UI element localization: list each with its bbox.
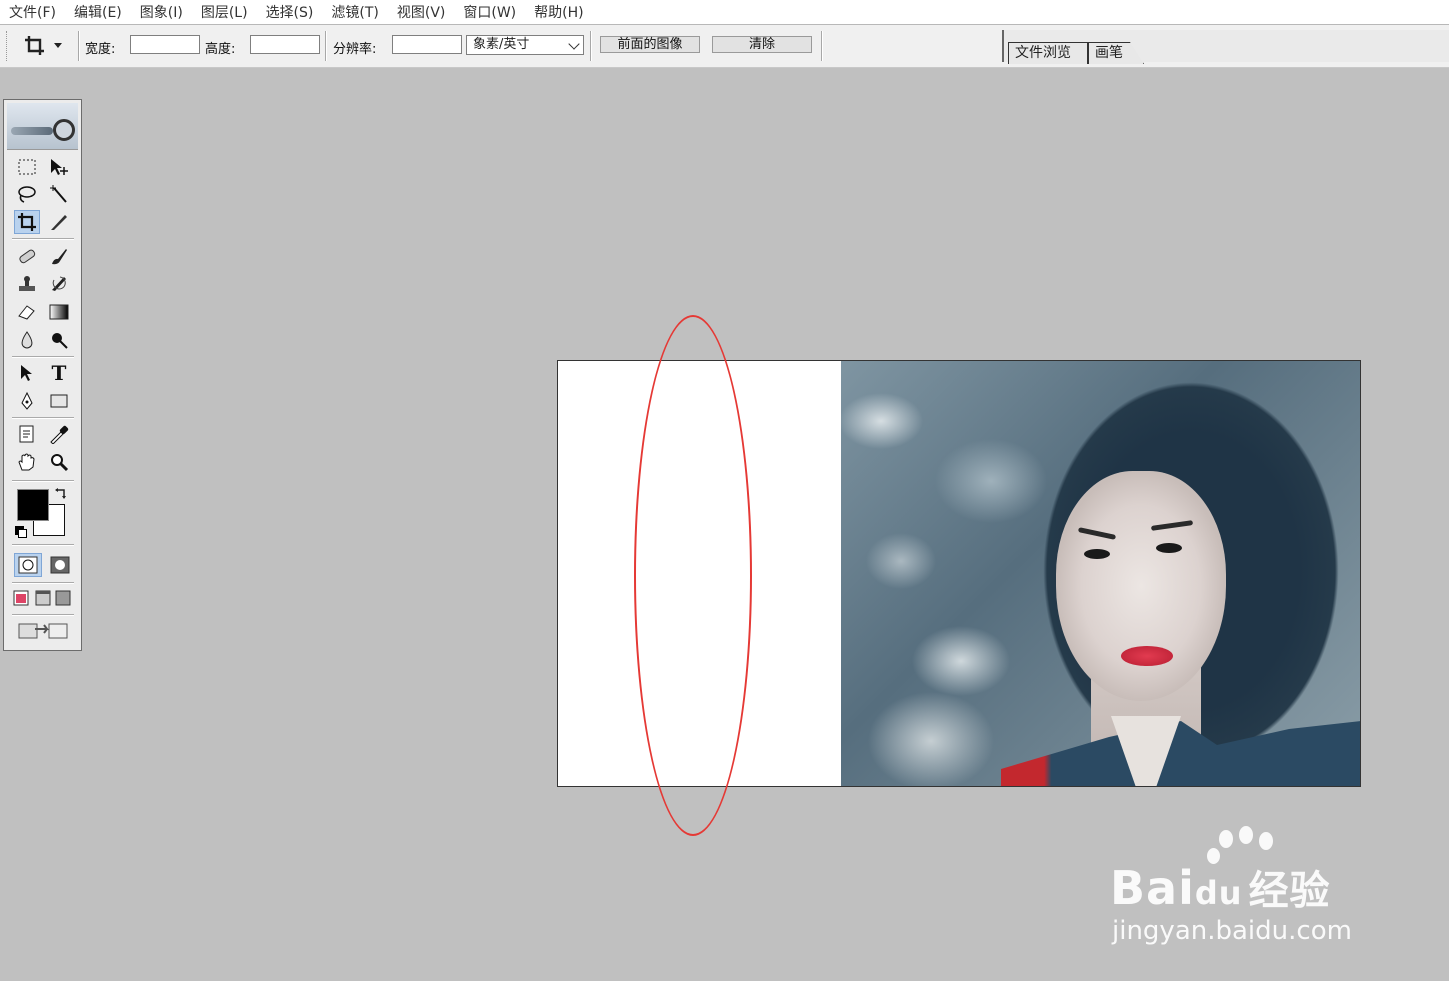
palette-well: 文件浏览 画笔 xyxy=(1002,30,1449,64)
notes-icon[interactable] xyxy=(14,422,40,446)
history-brush-icon[interactable] xyxy=(46,272,72,296)
baidu-jingyan-watermark: Baidu 经验 jingyan.baidu.com xyxy=(1110,820,1410,960)
divider xyxy=(12,614,74,615)
menu-layer[interactable]: 图层(L) xyxy=(192,2,257,22)
feather-icon xyxy=(11,127,53,135)
width-input[interactable] xyxy=(130,35,200,54)
path-selection-icon[interactable] xyxy=(14,361,40,385)
photo-lips xyxy=(1121,646,1173,666)
photo-face xyxy=(1056,471,1226,701)
watermark-brand-cn: 经验 xyxy=(1248,868,1331,914)
standard-screen-mode-icon[interactable] xyxy=(10,586,32,610)
type-icon[interactable]: T xyxy=(46,361,72,385)
type-tool-glyph: T xyxy=(51,361,67,385)
highlight-ellipse xyxy=(634,315,752,836)
healing-brush-icon[interactable] xyxy=(14,244,40,268)
default-colors-icon[interactable] xyxy=(15,526,27,538)
resolution-input[interactable] xyxy=(392,35,462,54)
blur-icon[interactable] xyxy=(14,328,40,352)
tab-file-browser[interactable]: 文件浏览 xyxy=(1008,42,1088,64)
options-bar-grip[interactable] xyxy=(6,31,10,61)
tool-preset-picker[interactable] xyxy=(24,35,70,57)
eye-logo-icon xyxy=(53,119,75,141)
watermark-brand-bai: Bai xyxy=(1110,861,1195,915)
toolbox-header-logo[interactable] xyxy=(7,103,78,150)
chevron-down-icon xyxy=(568,38,580,50)
hand-icon[interactable] xyxy=(14,450,40,474)
menu-file[interactable]: 文件(F) xyxy=(0,2,65,22)
menu-edit[interactable]: 编辑(E) xyxy=(65,2,131,22)
magic-wand-icon[interactable] xyxy=(46,182,72,206)
height-input[interactable] xyxy=(250,35,320,54)
clone-stamp-icon[interactable] xyxy=(14,272,40,296)
divider xyxy=(12,480,74,481)
swap-colors-icon[interactable] xyxy=(54,486,68,500)
full-screen-mode-icon[interactable] xyxy=(52,586,74,610)
divider xyxy=(325,31,326,61)
zoom-icon[interactable] xyxy=(46,450,72,474)
menu-image[interactable]: 图象(I) xyxy=(131,2,192,22)
pen-icon[interactable] xyxy=(14,389,40,413)
divider xyxy=(12,356,74,357)
resolution-label: 分辨率: xyxy=(333,42,377,57)
menu-window[interactable]: 窗口(W) xyxy=(454,2,525,22)
menu-bar: 文件(F) 编辑(E) 图象(I) 图层(L) 选择(S) 滤镜(T) 视图(V… xyxy=(0,0,1449,25)
front-image-button[interactable]: 前面的图像 xyxy=(600,36,700,53)
eraser-icon[interactable] xyxy=(14,300,40,324)
menu-view[interactable]: 视图(V) xyxy=(388,2,455,22)
width-label: 宽度: xyxy=(85,42,116,57)
resolution-unit-value: 象素/英寸 xyxy=(473,37,530,52)
clear-button[interactable]: 清除 xyxy=(712,36,812,53)
toolbox: T xyxy=(3,99,82,651)
rectangle-shape-icon[interactable] xyxy=(46,389,72,413)
dodge-icon[interactable] xyxy=(46,328,72,352)
divider xyxy=(12,417,74,418)
chevron-down-icon xyxy=(54,43,62,48)
divider xyxy=(78,31,79,61)
lasso-icon[interactable] xyxy=(14,182,40,206)
portrait-photo xyxy=(841,361,1360,786)
foreground-color-swatch[interactable] xyxy=(17,489,49,521)
gradient-icon[interactable] xyxy=(46,300,72,324)
crop-tool[interactable] xyxy=(14,210,40,234)
resolution-unit-select[interactable]: 象素/英寸 xyxy=(466,35,584,55)
jump-to-imageready-icon[interactable] xyxy=(14,618,72,642)
menu-select[interactable]: 选择(S) xyxy=(257,2,323,22)
watermark-brand-du: du xyxy=(1194,874,1243,912)
rectangular-marquee-icon[interactable] xyxy=(14,155,40,179)
watermark-url: jingyan.baidu.com xyxy=(1112,916,1352,946)
divider xyxy=(590,31,591,61)
tab-brushes[interactable]: 画笔 xyxy=(1088,42,1144,64)
divider xyxy=(821,31,822,61)
divider xyxy=(12,238,74,239)
divider xyxy=(12,582,74,583)
options-bar: 宽度: 高度: 分辨率: 象素/英寸 前面的图像 清除 文件浏览 画笔 xyxy=(0,25,1449,68)
menu-help[interactable]: 帮助(H) xyxy=(525,2,592,22)
crop-icon xyxy=(18,213,36,231)
eyedropper-icon[interactable] xyxy=(46,422,72,446)
slice-icon[interactable] xyxy=(46,210,72,234)
brush-icon[interactable] xyxy=(46,244,72,268)
quick-mask-mode-icon[interactable] xyxy=(46,553,74,577)
full-screen-menu-mode-icon[interactable] xyxy=(32,586,54,610)
height-label: 高度: xyxy=(205,42,236,57)
menu-filter[interactable]: 滤镜(T) xyxy=(322,2,387,22)
standard-mode-icon[interactable] xyxy=(14,553,42,577)
move-icon[interactable] xyxy=(46,155,72,179)
watermark-brand: Baidu 经验 xyxy=(1110,858,1331,916)
divider xyxy=(12,544,74,545)
crop-icon xyxy=(25,36,44,55)
